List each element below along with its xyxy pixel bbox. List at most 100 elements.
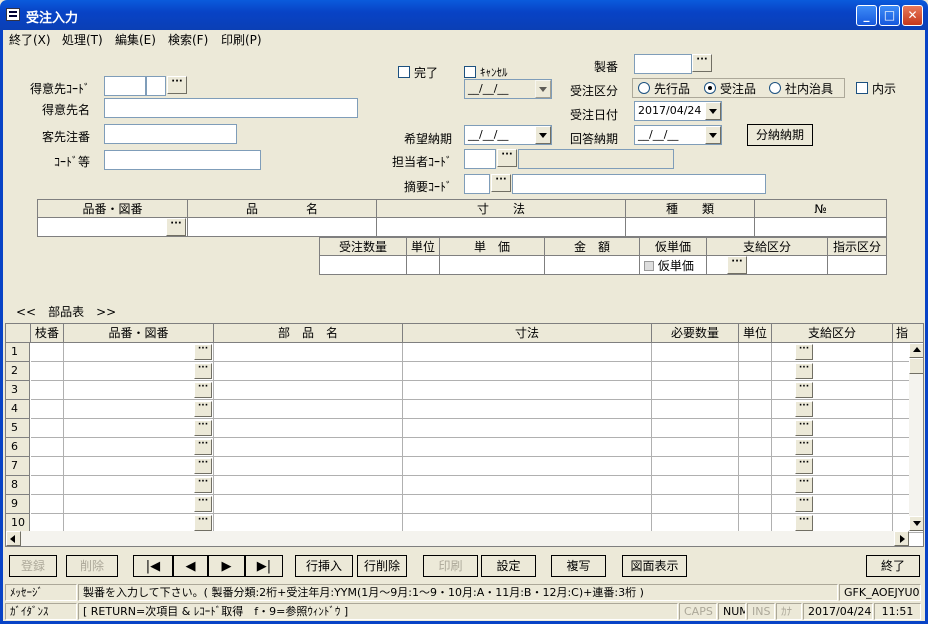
last-record-button[interactable]: ▶| [245,555,283,577]
prev-record-button[interactable]: ◀ [173,555,208,577]
grid-cell[interactable] [403,495,652,514]
grid-cell[interactable] [403,438,652,457]
grid-cell[interactable] [772,362,893,381]
grid-cell[interactable] [214,438,403,457]
parts-grid[interactable]: 枝番 品番・図番 部 品 名 寸法 必要数量 単位 支給区分 指 1 ··· ···… [5,323,924,547]
grid-cell[interactable] [64,419,214,438]
grid-cell[interactable] [64,457,214,476]
grid-cell[interactable] [31,381,64,400]
settei-button[interactable]: 設定 [481,555,536,577]
grid-cell[interactable] [652,343,739,362]
row-lookup-button[interactable]: ··· [194,382,212,398]
grid-cell[interactable] [31,343,64,362]
grid-cell[interactable] [403,419,652,438]
menu-process[interactable]: 処理(T) [62,31,103,48]
grid-cell[interactable] [64,343,214,362]
shiji-cell[interactable] [827,255,887,275]
grid-cell[interactable] [403,381,652,400]
row-lookup-button[interactable]: ··· [795,458,813,474]
grid-cell[interactable] [772,400,893,419]
seiban-input[interactable] [634,54,692,74]
grid-cell[interactable] [214,362,403,381]
grid-hscroll[interactable] [6,531,909,546]
grid-cell[interactable] [739,495,772,514]
code-input[interactable] [104,150,261,170]
no-cell[interactable] [754,217,887,237]
grid-cell[interactable] [31,438,64,457]
grid-cell[interactable] [772,381,893,400]
hinmei-cell[interactable] [187,217,377,237]
grid-cell[interactable] [214,419,403,438]
menu-print[interactable]: 印刷(P) [221,31,262,48]
grid-cell[interactable] [64,438,214,457]
grid-cell[interactable] [739,400,772,419]
radio-shanai[interactable] [769,82,781,94]
menu-exit[interactable]: 終了(X) [9,31,51,48]
grid-cell[interactable] [64,381,214,400]
tani-cell[interactable] [406,255,440,275]
cancel-checkbox[interactable] [464,66,476,78]
row-lookup-button[interactable]: ··· [194,439,212,455]
toroku-button[interactable]: 登録 [9,555,57,577]
row-header[interactable]: 1 [6,343,30,362]
maximize-button[interactable]: □ [879,5,900,26]
row-header[interactable]: 4 [6,400,30,419]
row-header[interactable]: 2 [6,362,30,381]
row-lookup-button[interactable]: ··· [795,401,813,417]
grid-cell[interactable] [652,400,739,419]
cancel-date-dropdown[interactable] [535,80,551,98]
grid-cell[interactable] [739,419,772,438]
scroll-left-button[interactable] [6,531,21,546]
grid-cell[interactable] [214,381,403,400]
row-lookup-button[interactable]: ··· [194,458,212,474]
insatsu-button[interactable]: 印刷 [423,555,478,577]
row-lookup-button[interactable]: ··· [795,477,813,493]
row-header[interactable]: 5 [6,419,30,438]
row-lookup-button[interactable]: ··· [194,363,212,379]
seiban-lookup-button[interactable]: ··· [692,54,712,72]
row-lookup-button[interactable]: ··· [194,344,212,360]
bunno-button[interactable]: 分納納期 [747,124,813,146]
row-lookup-button[interactable]: ··· [194,477,212,493]
kingaku-cell[interactable] [544,255,640,275]
grid-cell[interactable] [652,457,739,476]
scroll-thumb[interactable] [909,358,923,374]
row-lookup-button[interactable]: ··· [795,439,813,455]
grid-cell[interactable] [772,438,893,457]
row-lookup-button[interactable]: ··· [795,496,813,512]
grid-cell[interactable] [772,419,893,438]
gyo-sakujo-button[interactable]: 行削除 [357,555,407,577]
fukusha-button[interactable]: 複写 [551,555,606,577]
scroll-up-button[interactable] [909,343,923,358]
grid-cell[interactable] [31,419,64,438]
grid-cell[interactable] [31,362,64,381]
juchu-date-dropdown[interactable] [705,102,721,120]
tanto-lookup-button[interactable]: ··· [497,149,517,167]
grid-cell[interactable] [739,362,772,381]
juchu-suryo-cell[interactable] [319,255,407,275]
row-lookup-button[interactable]: ··· [795,515,813,531]
kanryo-checkbox[interactable] [398,66,410,78]
scroll-down-button[interactable] [909,516,923,531]
grid-cell[interactable] [772,495,893,514]
radio-juchu[interactable] [704,82,716,94]
grid-cell[interactable] [64,476,214,495]
grid-cell[interactable] [214,495,403,514]
gyo-sonyu-button[interactable]: 行挿入 [295,555,353,577]
kari-tanka-checkbox[interactable] [644,261,654,271]
title-bar[interactable]: 受注入力 _ □ ✕ [0,0,928,30]
grid-vscroll[interactable] [909,343,923,531]
tokuisaki-lookup-button[interactable]: ··· [167,76,187,94]
row-header[interactable]: 9 [6,495,30,514]
shurui-cell[interactable] [625,217,755,237]
grid-cell[interactable] [403,400,652,419]
grid-cell[interactable] [652,419,739,438]
grid-cell[interactable] [772,457,893,476]
row-lookup-button[interactable]: ··· [194,420,212,436]
row-lookup-button[interactable]: ··· [194,401,212,417]
tokuisaki-code-sub-input[interactable] [146,76,166,96]
grid-cell[interactable] [214,457,403,476]
row-lookup-button[interactable]: ··· [795,382,813,398]
zumen-button[interactable]: 図面表示 [622,555,687,577]
row-lookup-button[interactable]: ··· [194,515,212,531]
